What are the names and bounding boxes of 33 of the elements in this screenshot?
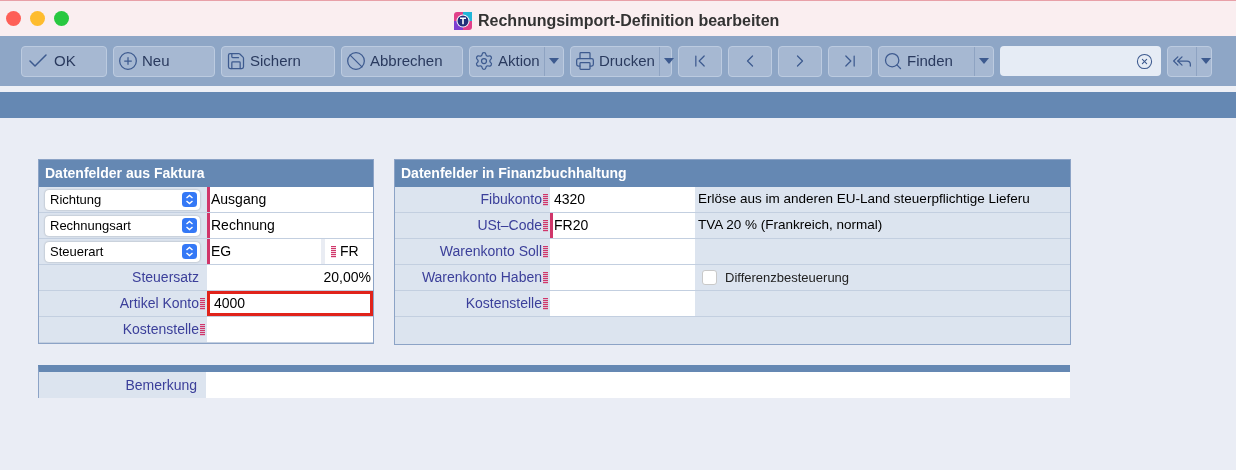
input-field[interactable]: 4320 [550,187,695,212]
window-title: Rechnungsimport-Definition bearbeiten [478,11,780,31]
field-label: Warenkonto Soll [439,242,542,261]
value-text: 20,00% [207,265,373,290]
field-label: Kostenstelle [122,320,199,339]
checkbox-label: Differenzbesteuerung [725,268,850,287]
input-field[interactable]: EG [207,239,321,264]
input-field[interactable]: Rechnung [207,213,373,238]
field-label: Fibukonto [480,190,542,209]
input-field[interactable]: FR20 [550,213,695,238]
toolbar-button[interactable]: Sichern [221,45,335,77]
description-text: Erlöse aus im anderen EU-Land steuerpflichtige Lieferu [698,190,1030,209]
field-label: Artikel Konto [119,294,199,313]
dropdown-select[interactable]: Richtung [45,189,200,210]
field-label: Warenkonto Haben [421,268,542,287]
toolbar-button[interactable]: Finden [878,45,994,77]
dropdown-select[interactable]: Steuerart [45,241,200,262]
input-field[interactable]: Ausgang [207,187,373,212]
description-text: TVA 20 % (Frankreich, normal) [698,216,883,235]
panel-title: Datenfelder in Finanzbuchhaltung [395,160,1070,187]
toolbar-button[interactable]: OK [21,45,107,77]
toolbar-button[interactable]: Neu [113,45,215,77]
toolbar-button[interactable]: Drucken [570,45,672,77]
dropdown-select[interactable]: Rechnungsart [45,215,200,236]
field-label: Bemerkung [125,375,197,395]
field-label: USt–Code [477,216,542,235]
toolbar-button[interactable]: Aktion [469,45,564,77]
country-code: FR [340,242,359,261]
panel-title: Datenfelder aus Faktura [39,160,373,187]
field-label: Steuersatz [132,268,199,287]
toolbar-button[interactable]: Abbrechen [341,45,463,77]
field-label: Kostenstelle [465,294,542,313]
input-field[interactable]: 4000 [207,291,373,316]
